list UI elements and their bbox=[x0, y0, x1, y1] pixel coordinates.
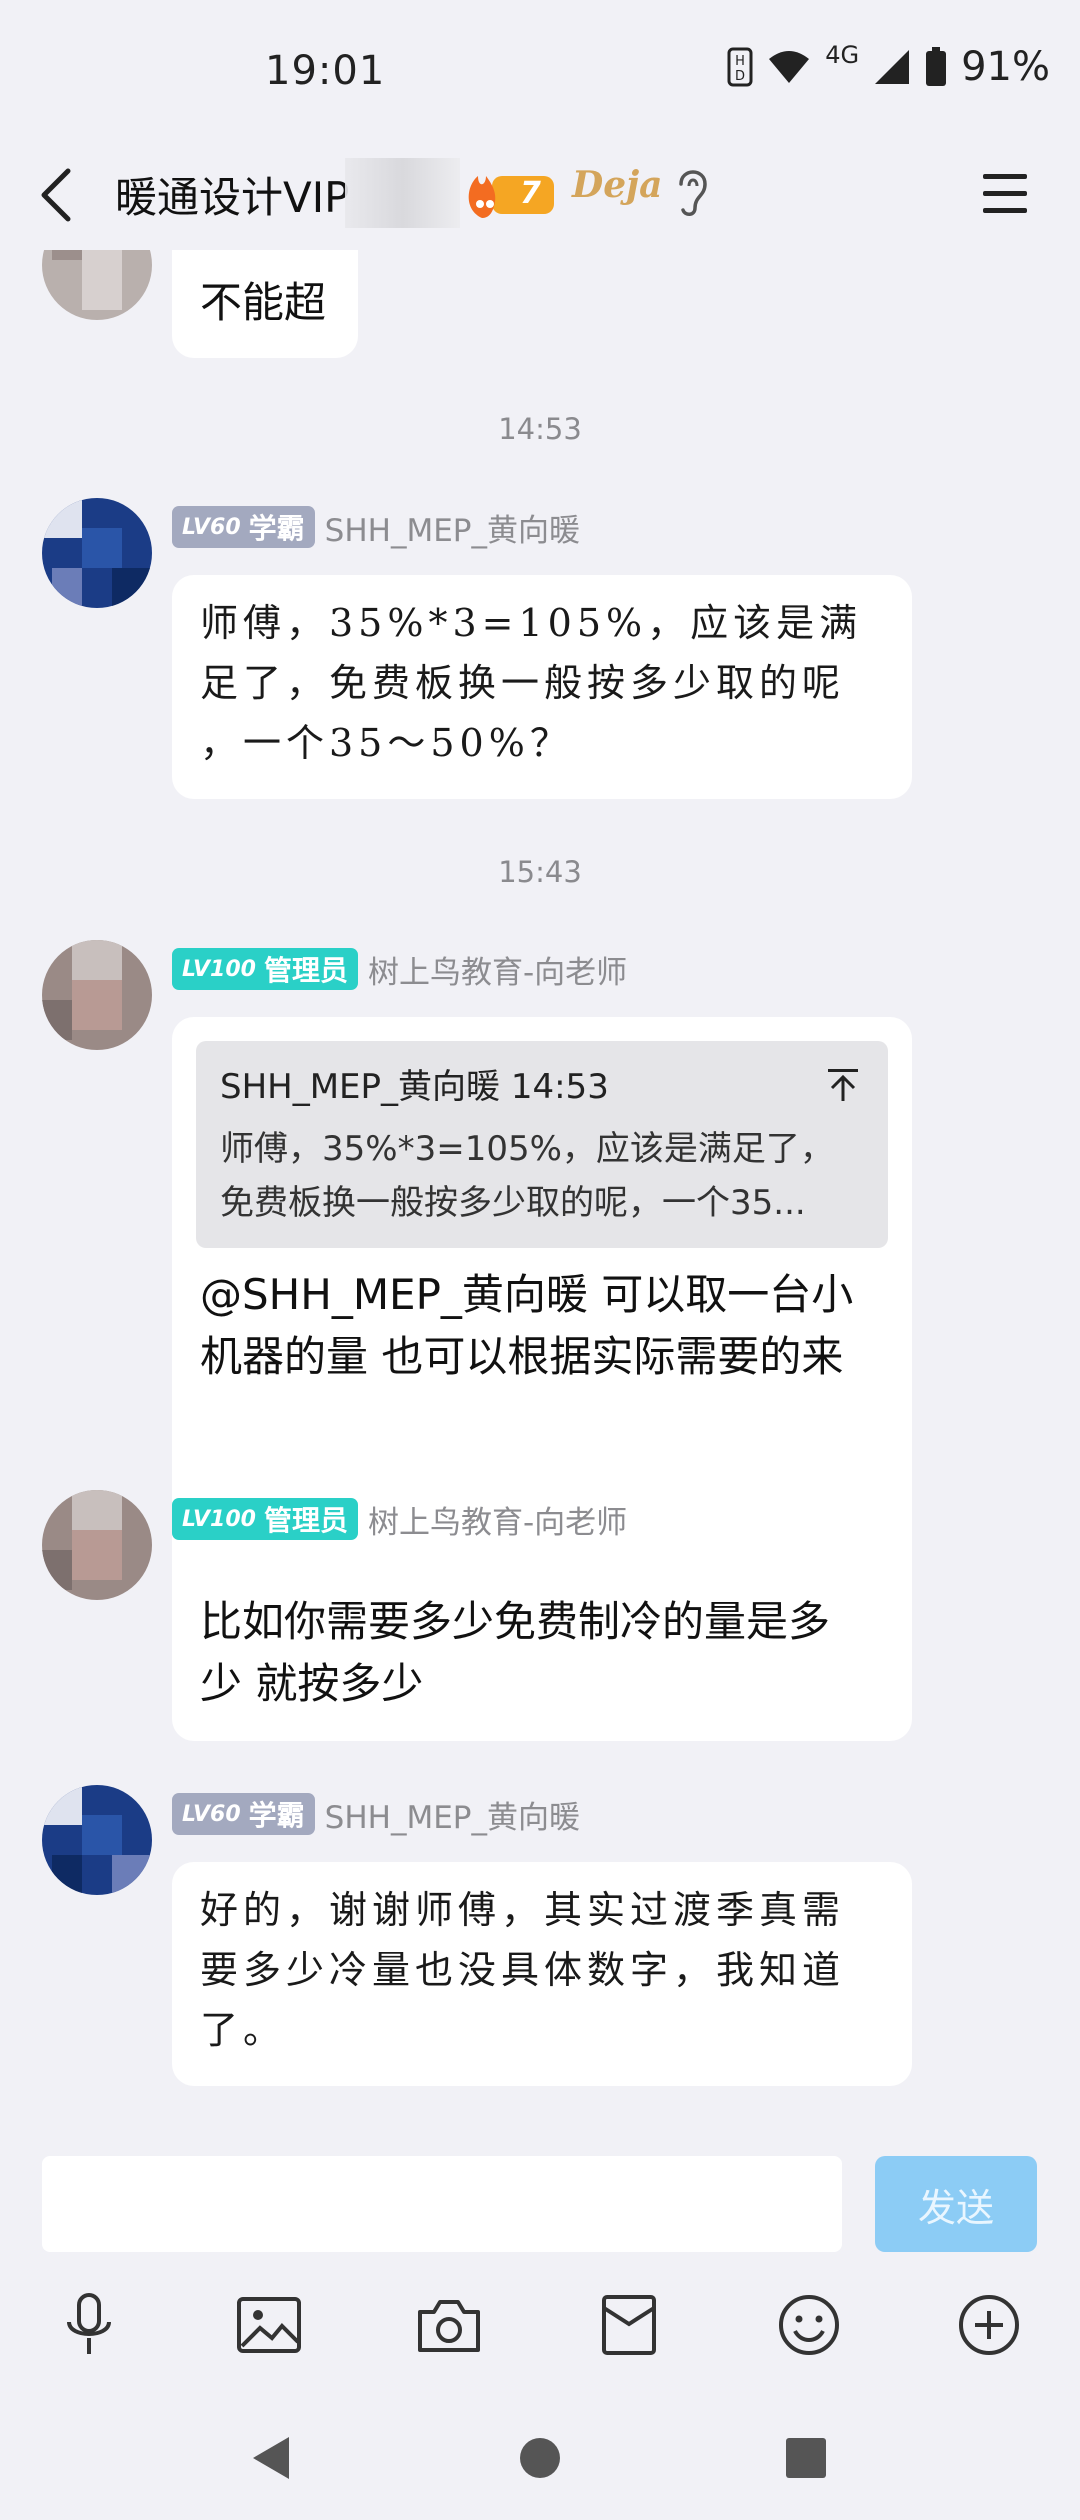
chat-header: 暖通设计VIP 7 Deja bbox=[0, 140, 1080, 250]
hamburger-icon bbox=[983, 174, 1027, 213]
avatar[interactable] bbox=[42, 1490, 152, 1600]
message-line: 要多少冷量也没具体数字，我知道 bbox=[200, 1948, 846, 1992]
jump-to-top-icon[interactable] bbox=[826, 1067, 860, 1107]
plus-icon[interactable] bbox=[954, 2290, 1024, 2360]
sender-meta: LV60 学霸 SHH_MEP_黄向暖 bbox=[172, 505, 580, 549]
message-line: 少 就按多少 bbox=[200, 1659, 424, 1708]
message-bubble[interactable]: 好的，谢谢师傅，其实过渡季真需 要多少冷量也没具体数字，我知道 了。 bbox=[172, 1862, 912, 2086]
deja-badge[interactable]: Deja bbox=[572, 164, 662, 206]
quoted-message[interactable]: SHH_MEP_黄向暖 14:53 师傅，35%*3=105%，应该是满足了， … bbox=[196, 1041, 888, 1248]
group-fire-badge[interactable]: 7 bbox=[462, 156, 557, 226]
status-bar: 19:01 HD 4G 91% bbox=[0, 0, 1080, 150]
level-tag: LV60 学霸 bbox=[172, 506, 315, 548]
timestamp: 15:43 bbox=[498, 855, 582, 889]
level-tag: LV100 管理员 bbox=[172, 1498, 358, 1540]
fire-level: 7 bbox=[520, 176, 541, 211]
avatar[interactable] bbox=[42, 940, 152, 1050]
message-line: @SHH_MEP_黄向暖 可以取一台小 bbox=[200, 1270, 854, 1319]
message-bubble[interactable]: 不能超 bbox=[172, 250, 358, 358]
chat-title[interactable]: 暖通设计VIP bbox=[115, 164, 349, 225]
svg-text:H: H bbox=[735, 54, 745, 69]
message-line: 师傅，35%*3=105%，应该是满 bbox=[200, 601, 863, 645]
avatar[interactable] bbox=[42, 498, 152, 608]
system-nav-bar bbox=[0, 2390, 1080, 2520]
avatar[interactable] bbox=[42, 250, 152, 320]
back-button[interactable] bbox=[36, 158, 96, 232]
input-bar: 发送 bbox=[0, 2140, 1080, 2260]
level-tag: LV60 学霸 bbox=[172, 1793, 315, 1835]
back-triangle-icon[interactable] bbox=[240, 2428, 300, 2488]
message-list[interactable]: 不能超 14:53 LV60 学霸 SHH_MEP_黄向暖 师傅，35%*3=10… bbox=[0, 250, 1080, 2140]
image-icon[interactable] bbox=[234, 2290, 304, 2360]
message-bubble[interactable]: 师傅，35%*3=105%，应该是满 足了，免费板换一般按多少取的呢 ，一个35… bbox=[172, 575, 912, 799]
chevron-left-icon bbox=[41, 168, 71, 222]
status-time: 19:01 bbox=[265, 48, 386, 94]
message-text: 不能超 bbox=[200, 278, 327, 327]
message-line: ，一个35～50%？ bbox=[200, 721, 573, 765]
menu-button[interactable] bbox=[980, 166, 1030, 222]
camera-icon[interactable] bbox=[414, 2290, 484, 2360]
battery-level: 91% bbox=[961, 44, 1050, 90]
sender-meta: LV100 管理员 树上鸟教育-向老师 bbox=[172, 1497, 627, 1541]
signal-icon bbox=[875, 50, 910, 84]
recents-square-icon[interactable] bbox=[776, 2428, 836, 2488]
svg-text:D: D bbox=[735, 69, 745, 84]
microphone-icon[interactable] bbox=[54, 2290, 124, 2360]
sender-name[interactable]: SHH_MEP_黄向暖 bbox=[325, 505, 580, 550]
sender-name[interactable]: 树上鸟教育-向老师 bbox=[368, 947, 627, 992]
avatar[interactable] bbox=[42, 1785, 152, 1895]
message-line: 了。 bbox=[200, 2008, 287, 2052]
wifi-icon bbox=[769, 51, 810, 83]
message-line: 比如你需要多少免费制冷的量是多 bbox=[200, 1597, 831, 1646]
level-tag: LV100 管理员 bbox=[172, 948, 358, 990]
hd-icon: HD bbox=[727, 47, 753, 87]
quote-text: 免费板换一般按多少取的呢，一个35... bbox=[220, 1183, 806, 1223]
sender-name[interactable]: 树上鸟教育-向老师 bbox=[368, 1497, 627, 1542]
sender-meta: LV100 管理员 树上鸟教育-向老师 bbox=[172, 947, 627, 991]
quote-text: 师傅，35%*3=105%，应该是满足了， bbox=[220, 1129, 834, 1169]
status-icons: HD 4G 91% bbox=[727, 41, 1050, 90]
message-input[interactable] bbox=[42, 2156, 842, 2252]
message-bubble[interactable]: 比如你需要多少免费制冷的量是多 少 就按多少 bbox=[172, 1567, 912, 1741]
red-packet-icon[interactable] bbox=[594, 2290, 664, 2360]
home-circle-icon[interactable] bbox=[510, 2428, 570, 2488]
blurred-title-suffix bbox=[345, 158, 460, 228]
send-button[interactable]: 发送 bbox=[875, 2156, 1037, 2252]
input-toolbar bbox=[0, 2260, 1080, 2390]
sender-meta: LV60 学霸 SHH_MEP_黄向暖 bbox=[172, 1792, 580, 1836]
message-line: 足了，免费板换一般按多少取的呢 bbox=[200, 661, 846, 705]
sender-name[interactable]: SHH_MEP_黄向暖 bbox=[325, 1792, 580, 1837]
emoji-icon[interactable] bbox=[774, 2290, 844, 2360]
message-line: 机器的量 也可以根据实际需要的来 bbox=[200, 1332, 844, 1381]
fire-icon bbox=[468, 176, 554, 218]
quote-header: SHH_MEP_黄向暖 14:53 bbox=[220, 1067, 609, 1107]
battery-icon bbox=[926, 47, 947, 86]
ear-icon[interactable] bbox=[675, 164, 709, 224]
timestamp: 14:53 bbox=[498, 412, 582, 446]
message-line: 好的，谢谢师傅，其实过渡季真需 bbox=[200, 1888, 846, 1932]
network-label: 4G bbox=[825, 41, 860, 69]
